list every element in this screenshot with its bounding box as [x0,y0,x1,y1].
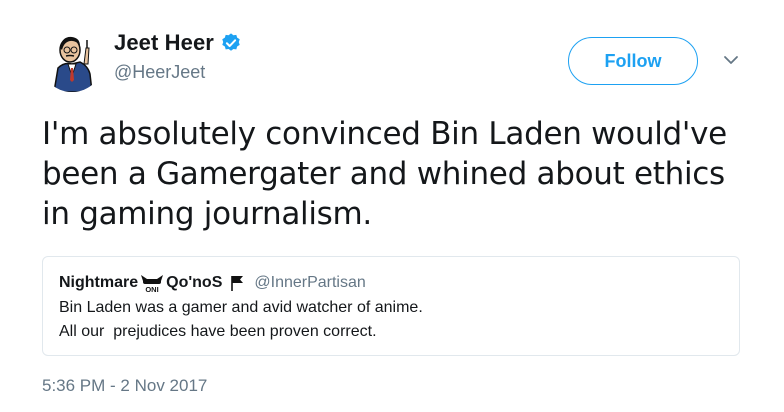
oni-emoji-icon: ONI [140,273,164,294]
quoted-text-line-1: Bin Laden was a gamer and avid watcher o… [59,299,423,316]
black-flag-icon [230,275,244,291]
quoted-author-name-suffix: Qo'noS [166,274,223,291]
quoted-text-line-2: All our prejudices have been proven corr… [59,323,377,340]
verified-badge-icon [220,32,242,54]
quoted-author-handle: @InnerPartisan [254,274,366,291]
chevron-down-icon[interactable] [722,53,740,67]
tweet-timestamp[interactable]: 5:36 PM - 2 Nov 2017 [42,376,207,396]
tweet-card: Jeet Heer @HeerJeet Follow I'm absolutel… [0,0,784,412]
oni-emoji-label: ONI [145,285,158,293]
tweet-text: I'm absolutely convinced Bin Laden would… [42,116,727,232]
author-name-row: Jeet Heer [114,30,242,56]
follow-button[interactable]: Follow [568,37,698,85]
quoted-author-name-prefix: Nightmare [59,274,139,291]
quoted-tweet[interactable]: Nightmare ONI Qo'noS @InnerPartisan Bin … [42,256,740,356]
avatar[interactable] [40,28,104,92]
author-handle[interactable]: @HeerJeet [114,62,205,83]
avatar-illustration [53,36,93,92]
quoted-tweet-header: Nightmare ONI Qo'noS @InnerPartisan [59,273,366,294]
author-name[interactable]: Jeet Heer [114,30,214,56]
